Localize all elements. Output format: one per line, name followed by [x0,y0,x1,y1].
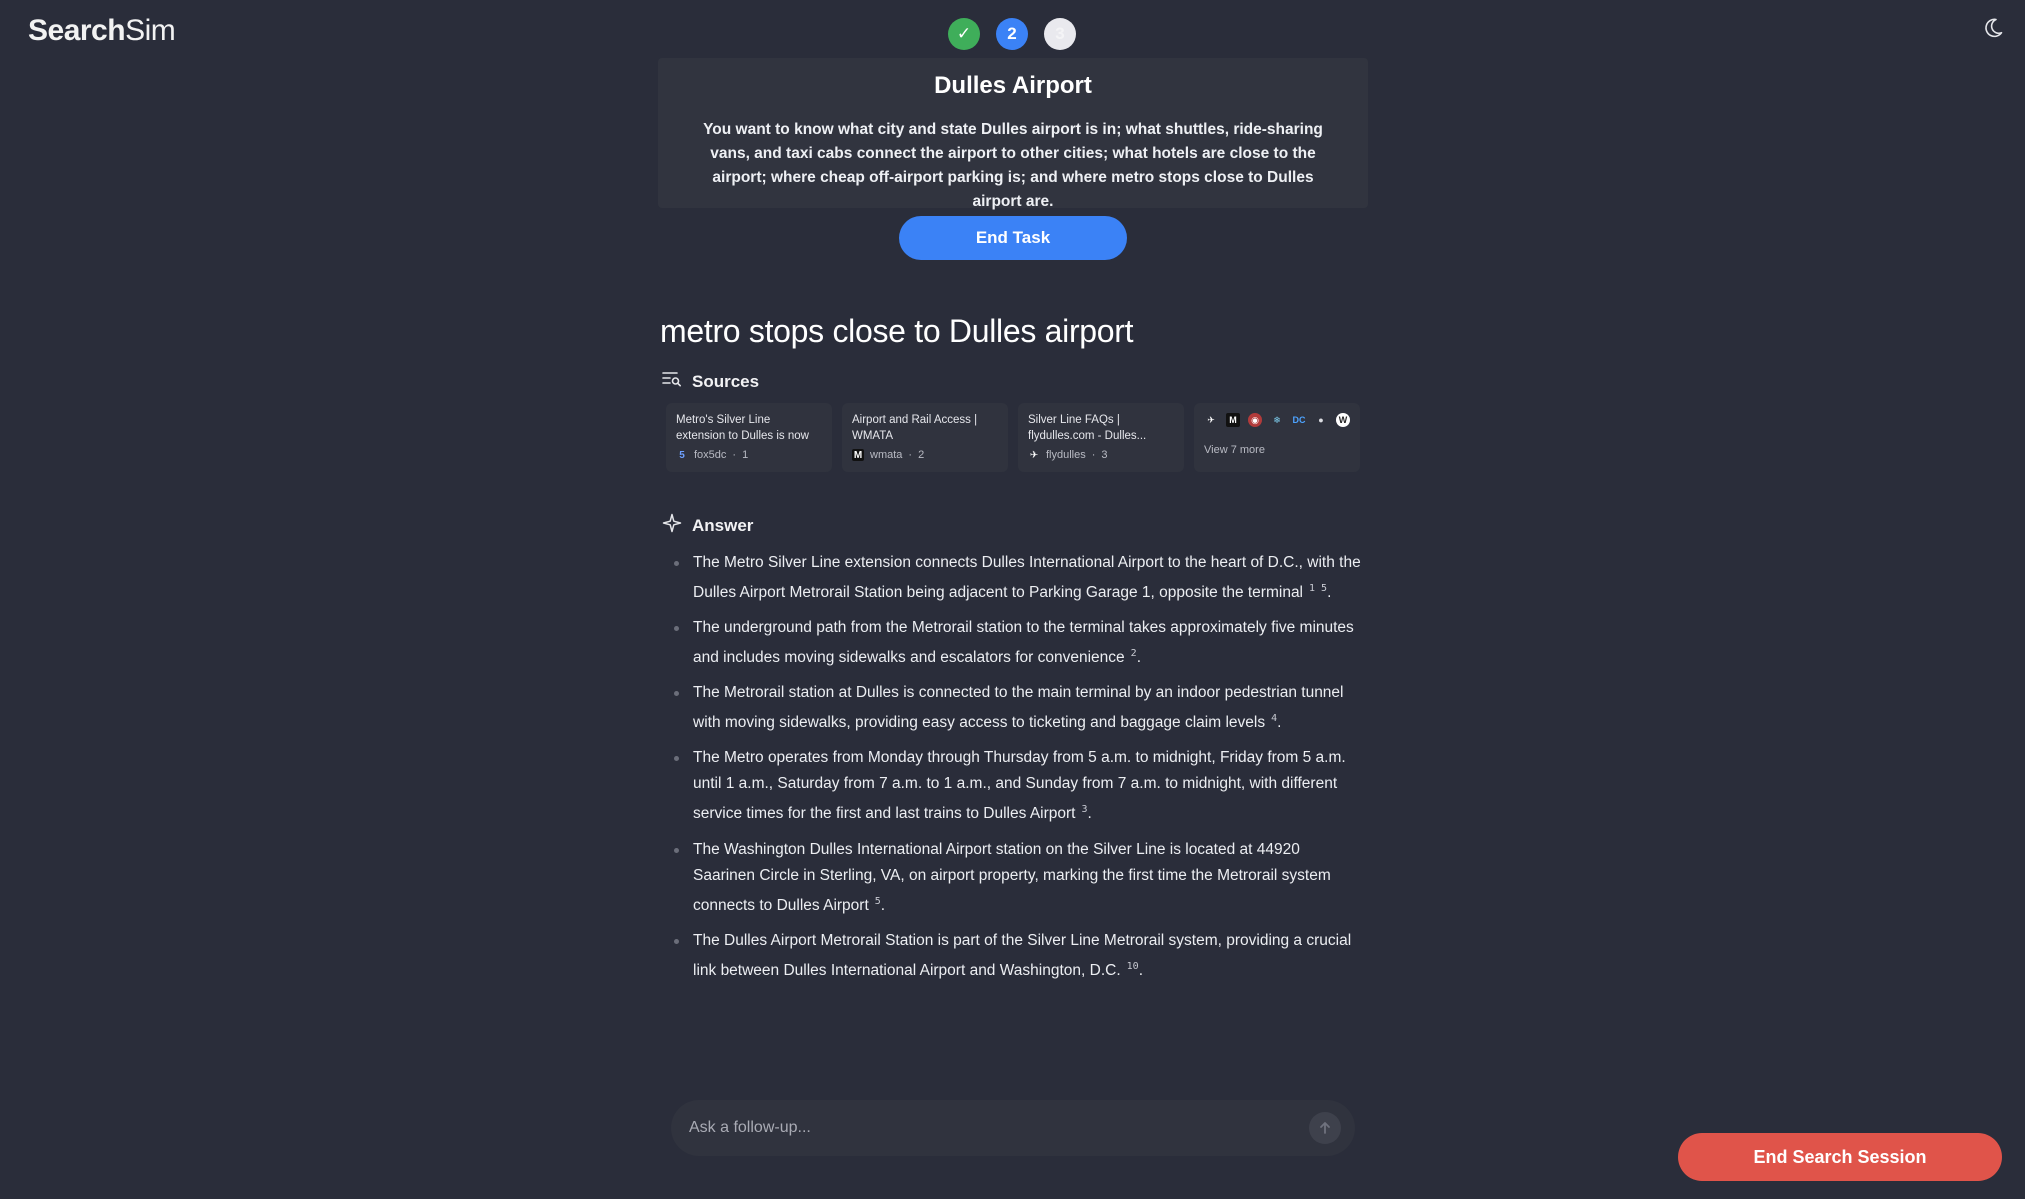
send-arrow-icon[interactable] [1309,1112,1341,1144]
progress-steps: ✓ 2 3 [948,18,1076,50]
task-title: Dulles Airport [934,72,1092,99]
end-task-button[interactable]: End Task [899,216,1127,260]
plane-icon: ✈ [1029,449,1039,461]
task-description: You want to know what city and state Dul… [703,121,1323,210]
dc-icon: DC [1292,415,1306,425]
step-1-complete: ✓ [948,18,980,50]
step-3-pending: 3 [1044,18,1076,50]
source-card[interactable]: Silver Line FAQs | flydulles.com - Dulle… [1018,403,1184,472]
citation[interactable]: 5 [875,896,881,907]
answer-item: The Washington Dulles International Airp… [666,837,1366,919]
citation[interactable]: 5 [1321,583,1327,594]
source-card[interactable]: Airport and Rail Access | WMATA M wmata … [842,403,1008,472]
task-card: Dulles Airport You want to know what cit… [658,58,1368,210]
moon-icon[interactable] [1981,16,2005,40]
sources-heading: Sources [662,371,759,392]
citation[interactable]: 3 [1081,804,1087,815]
plane-icon: ✈ [1207,414,1215,425]
fox5-icon: 5 [679,449,685,461]
source-card[interactable]: Metro's Silver Line extension to Dulles … [666,403,832,472]
snowflake-icon: ❄ [1273,414,1281,425]
answer-heading: Answer [662,513,753,538]
metro-m-icon: M [852,449,864,461]
citation[interactable]: 4 [1271,713,1277,724]
seal-icon: ◉ [1248,413,1262,427]
chat-icon: ● [1318,415,1324,425]
followup-input[interactable] [689,1119,1309,1137]
answer-item: The Dulles Airport Metrorail Station is … [666,928,1366,984]
answer-item: The Metro operates from Monday through T… [666,745,1366,827]
citation[interactable]: 1 [1309,583,1315,594]
search-query-title: metro stops close to Dulles airport [660,313,1134,349]
wikipedia-icon: W [1336,413,1350,427]
answer-item: The Metrorail station at Dulles is conne… [666,680,1366,736]
app-logo: SearchSim [28,14,176,47]
view-more-sources[interactable]: ✈ M ◉ ❄ DC ● W View 7 more [1194,403,1360,472]
metro-m-icon: M [1226,413,1240,427]
sparkle-icon [662,513,682,538]
answer-item: The Metro Silver Line extension connects… [666,550,1366,606]
sources-list: Metro's Silver Line extension to Dulles … [666,403,1360,472]
answer-item: The underground path from the Metrorail … [666,615,1366,671]
citation[interactable]: 2 [1131,648,1137,659]
sources-icon [662,371,682,392]
citation[interactable]: 10 [1127,961,1139,972]
end-search-session-button[interactable]: End Search Session [1678,1133,2002,1181]
step-2-current: 2 [996,18,1028,50]
answer-list: The Metro Silver Line extension connects… [666,550,1366,993]
followup-bar [671,1100,1355,1156]
